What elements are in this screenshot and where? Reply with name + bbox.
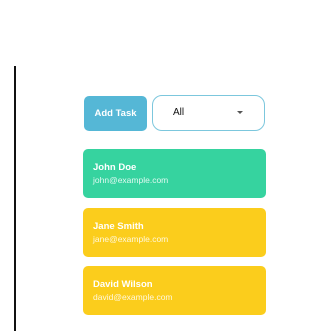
contact-email: john@example.com [93,175,169,185]
contact-name: Jane Smith [93,221,144,232]
contact-name: John Doe [93,162,137,173]
contact-name: David Wilson [93,279,153,290]
contact-email: jane@example.com [93,234,169,244]
contact-email: david@example.com [93,292,173,302]
contact-card[interactable]: David Wilson david@example.com [83,266,266,315]
left-divider [14,66,16,331]
filter-select[interactable]: All [152,95,265,131]
toolbar: Add Task All [84,95,268,133]
contact-card[interactable]: Jane Smith jane@example.com [83,208,266,257]
contact-card[interactable]: John Doe john@example.com [83,149,266,198]
filter-selected-value: All [173,107,185,118]
chevron-down-icon [237,111,243,114]
add-task-button[interactable]: Add Task [84,96,147,131]
